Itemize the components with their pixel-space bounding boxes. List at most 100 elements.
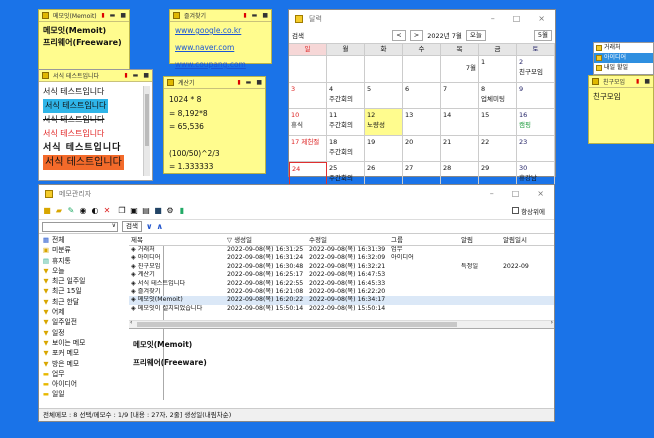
- link-google[interactable]: www.google.co.kr: [175, 22, 266, 39]
- calendar-day-cell[interactable]: 8 업체미팅: [479, 82, 517, 109]
- copy-icon[interactable]: ❐: [117, 206, 127, 216]
- calendar-day-cell[interactable]: 18 주간회의: [327, 135, 365, 162]
- calendar-day-cell[interactable]: 12 노량성: [365, 109, 403, 136]
- minimize-icon[interactable]: ▬: [133, 72, 139, 79]
- chevron-down-icon[interactable]: ∨: [112, 222, 116, 229]
- view-icon[interactable]: ◉: [78, 206, 88, 216]
- pin-icon[interactable]: ▮: [101, 12, 104, 19]
- close-icon[interactable]: ×: [538, 14, 545, 23]
- calendar-day-cell[interactable]: 1: [479, 56, 517, 83]
- calendar-day-cell[interactable]: 6: [403, 82, 441, 109]
- note-titlebar[interactable]: 친구모임 ▮ ■: [589, 76, 653, 88]
- table-row[interactable]: ◈ 즐겨찾기 2022-09-08(목) 16:21:08 2022-09-08(목…: [129, 288, 554, 296]
- note-scrollbar[interactable]: [143, 86, 150, 176]
- search-button[interactable]: 검색: [122, 221, 142, 232]
- table-row[interactable]: ◈ 메모잇(Memoit) 2022-09-08(목) 16:20:22 2022-…: [129, 296, 554, 305]
- link-coupang[interactable]: www.coupang.com: [175, 56, 266, 73]
- note-titlebar[interactable]: 계산기 ▮ ▬ ■: [164, 77, 265, 89]
- link-naver[interactable]: www.naver.com: [175, 39, 266, 56]
- table-row[interactable]: ◈ 아이디어 2022-09-08(목) 16:31:24 2022-09-08(목…: [129, 254, 554, 262]
- pin-icon[interactable]: ▮: [243, 12, 246, 19]
- scroll-thumb[interactable]: [137, 322, 457, 327]
- horizontal-scrollbar[interactable]: ‹ ›: [129, 319, 554, 328]
- minimize-icon[interactable]: –: [490, 189, 494, 198]
- maximize-icon[interactable]: □: [512, 189, 520, 198]
- side-item-tomorrow[interactable]: 내일 할일: [594, 63, 653, 73]
- calendar-day-cell[interactable]: [403, 56, 441, 83]
- calendar-day-cell[interactable]: 15: [479, 109, 517, 136]
- edit-icon[interactable]: ✎: [66, 206, 76, 216]
- table-row[interactable]: ◈ 계산기 2022-09-08(목) 16:25:17 2022-09-08(목)…: [129, 271, 554, 279]
- col-group[interactable]: 그룹: [389, 235, 459, 245]
- calendar-day-cell[interactable]: 19: [365, 135, 403, 162]
- calendar-day-cell[interactable]: 23: [517, 135, 555, 162]
- col-alarm[interactable]: 알림: [459, 235, 501, 245]
- col-created[interactable]: ▽ 생성일: [225, 235, 307, 245]
- calendar-day-cell[interactable]: 7: [441, 82, 479, 109]
- hide-icon[interactable]: ◐: [90, 206, 100, 216]
- memo-preview[interactable]: 메모잇(Memoit) 프리웨어(Freeware): [130, 331, 554, 399]
- new-memo-icon[interactable]: ■: [42, 206, 52, 216]
- today-button[interactable]: 오늘: [465, 29, 486, 41]
- side-item-ideas[interactable]: 아이디어: [594, 53, 653, 63]
- open-folder-icon[interactable]: ▰: [54, 206, 64, 216]
- calendar-day-cell[interactable]: 5: [365, 82, 403, 109]
- calendar-day-cell[interactable]: 4 주간회의: [327, 82, 365, 109]
- expand-icon[interactable]: ∧: [156, 222, 163, 231]
- table-row[interactable]: ◈ 친구모임 2022-09-08(목) 16:30:48 2022-09-08(목…: [129, 263, 554, 271]
- table-row[interactable]: ◈ 거래처 2022-09-08(목) 16:31:25 2022-09-08(목)…: [129, 246, 554, 254]
- note-calculator[interactable]: 계산기 ▮ ▬ ■ 1024 * 8 = 8,192*8 = 65,536 (100…: [163, 76, 266, 174]
- view-select[interactable]: 5월: [533, 29, 552, 41]
- search-input[interactable]: ∨: [42, 221, 118, 232]
- next-month-button[interactable]: >: [409, 29, 424, 41]
- calendar-day-cell[interactable]: [289, 56, 327, 83]
- info-icon[interactable]: ▮: [177, 206, 187, 216]
- note-friends[interactable]: 친구모임 ▮ ■ 친구모임: [588, 75, 654, 144]
- close-icon[interactable]: ×: [537, 189, 544, 198]
- minimize-icon[interactable]: –: [491, 14, 495, 23]
- calendar-day-cell[interactable]: [327, 56, 365, 83]
- pin-icon[interactable]: ▮: [124, 72, 127, 79]
- calendar-day-cell[interactable]: 11 주간회의: [327, 109, 365, 136]
- table-row[interactable]: ◈ 서식 테스트입니다 2022-09-08(목) 16:22:55 2022-09…: [129, 280, 554, 288]
- print-icon[interactable]: ▤: [141, 206, 151, 216]
- side-list[interactable]: 거래처 아이디어 내일 할일: [593, 42, 654, 75]
- memo-manager-window[interactable]: 메모관리자 – □ × ■ ▰ ✎ ◉ ◐ ✕ ❐ ▣ ▤ ■ ⚙ ▮ 항상위에 ∨…: [38, 184, 555, 422]
- note-memoit[interactable]: 메모잇(Memoit) ▮ ▬ ■ 메모잇(Memoit) 프리웨어(Freewar…: [38, 9, 130, 73]
- pin-icon[interactable]: ▮: [636, 78, 639, 85]
- prev-month-button[interactable]: <: [392, 29, 406, 41]
- calendar-day-cell[interactable]: 16 캠핑: [517, 109, 555, 136]
- calendar-titlebar[interactable]: 달력 – □ ×: [289, 10, 555, 27]
- settings-icon[interactable]: ⚙: [165, 206, 175, 216]
- note-favorites[interactable]: 즐겨찾기 ▮ ▬ ■ www.google.co.kr www.naver.com …: [169, 9, 272, 69]
- calendar-day-cell[interactable]: 3: [289, 82, 327, 109]
- close-icon[interactable]: ■: [143, 72, 149, 79]
- note-text-style[interactable]: 서식 테스트입니다 ▮ ▬ ■ 서식 테스트입니다 서식 테스트입니다 서식 테스트…: [38, 69, 153, 181]
- calendar-day-cell[interactable]: 14: [441, 109, 479, 136]
- col-modified[interactable]: 수정일: [307, 235, 389, 245]
- calendar-window[interactable]: 달력 – □ × 검색 < > 2022년 7월 오늘 5월 일 월 화 수 목 금…: [288, 9, 556, 189]
- pin-icon[interactable]: ▮: [237, 79, 240, 86]
- scroll-right-icon[interactable]: ›: [551, 319, 553, 326]
- calendar-day-cell[interactable]: [365, 56, 403, 83]
- manager-titlebar[interactable]: 메모관리자 – □ ×: [39, 185, 554, 202]
- delete-icon[interactable]: ✕: [102, 206, 112, 216]
- close-icon[interactable]: ■: [262, 12, 268, 19]
- paste-icon[interactable]: ▣: [129, 206, 139, 216]
- calendar-day-cell[interactable]: 17 제헌절: [289, 135, 327, 162]
- calendar-day-cell[interactable]: 9: [517, 82, 555, 109]
- calendar-day-cell[interactable]: 13: [403, 109, 441, 136]
- save-icon[interactable]: ■: [153, 206, 163, 216]
- close-icon[interactable]: ■: [256, 79, 262, 86]
- note-titlebar[interactable]: 서식 테스트입니다 ▮ ▬ ■: [39, 70, 152, 82]
- minimize-icon[interactable]: ▬: [110, 12, 116, 19]
- calendar-day-cell[interactable]: 7월: [441, 56, 479, 83]
- always-on-top-checkbox[interactable]: [512, 207, 520, 214]
- col-title[interactable]: 제목: [129, 235, 225, 245]
- minimize-icon[interactable]: ▬: [252, 12, 258, 19]
- calendar-day-cell[interactable]: 22: [479, 135, 517, 162]
- calendar-day-cell[interactable]: 2 친구모임: [517, 56, 555, 83]
- calendar-day-cell[interactable]: 21: [441, 135, 479, 162]
- note-titlebar[interactable]: 즐겨찾기 ▮ ▬ ■: [170, 10, 271, 22]
- maximize-icon[interactable]: □: [513, 14, 521, 23]
